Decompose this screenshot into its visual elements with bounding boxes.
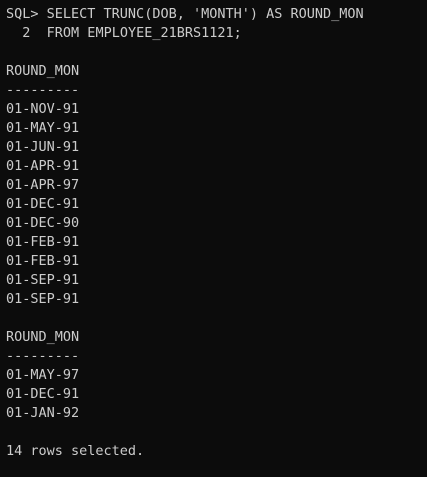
result-row: 01-DEC-91 <box>6 196 80 212</box>
result-block: ROUND_MON --------- 01-MAY-97 01-DEC-91 … <box>6 328 427 423</box>
sql-command-line-2: 2 FROM EMPLOYEE_21BRS1121; <box>6 24 427 43</box>
rows-selected-message: 14 rows selected. <box>6 443 145 459</box>
result-row: 01-FEB-91 <box>6 234 80 250</box>
result-row: 01-SEP-91 <box>6 291 80 307</box>
sql-query-text: SELECT TRUNC(DOB, 'MONTH') AS ROUND_MON <box>46 6 364 22</box>
result-row: 01-DEC-91 <box>6 386 80 402</box>
column-separator: --------- <box>6 82 80 98</box>
result-row: 01-APR-91 <box>6 158 80 174</box>
result-row: 01-NOV-91 <box>6 101 80 117</box>
result-block: ROUND_MON --------- 01-NOV-91 01-MAY-91 … <box>6 62 427 309</box>
result-row: 01-APR-97 <box>6 177 80 193</box>
sql-query-text: FROM EMPLOYEE_21BRS1121; <box>46 25 242 41</box>
result-row: 01-MAY-91 <box>6 120 80 136</box>
result-row: 01-JUN-91 <box>6 139 80 155</box>
terminal-window[interactable]: SQL> SELECT TRUNC(DOB, 'MONTH') AS ROUND… <box>0 0 427 477</box>
column-separator: --------- <box>6 348 80 364</box>
column-header: ROUND_MON <box>6 329 80 345</box>
column-header: ROUND_MON <box>6 63 80 79</box>
line-number: 2 <box>22 25 31 41</box>
sql-command-line-1: SQL> SELECT TRUNC(DOB, 'MONTH') AS ROUND… <box>6 5 427 24</box>
result-row: 01-SEP-91 <box>6 272 80 288</box>
sql-prompt: SQL> <box>6 6 39 22</box>
result-row: 01-FEB-91 <box>6 253 80 269</box>
result-row: 01-JAN-92 <box>6 405 80 421</box>
result-row: 01-MAY-97 <box>6 367 80 383</box>
result-row: 01-DEC-90 <box>6 215 80 231</box>
